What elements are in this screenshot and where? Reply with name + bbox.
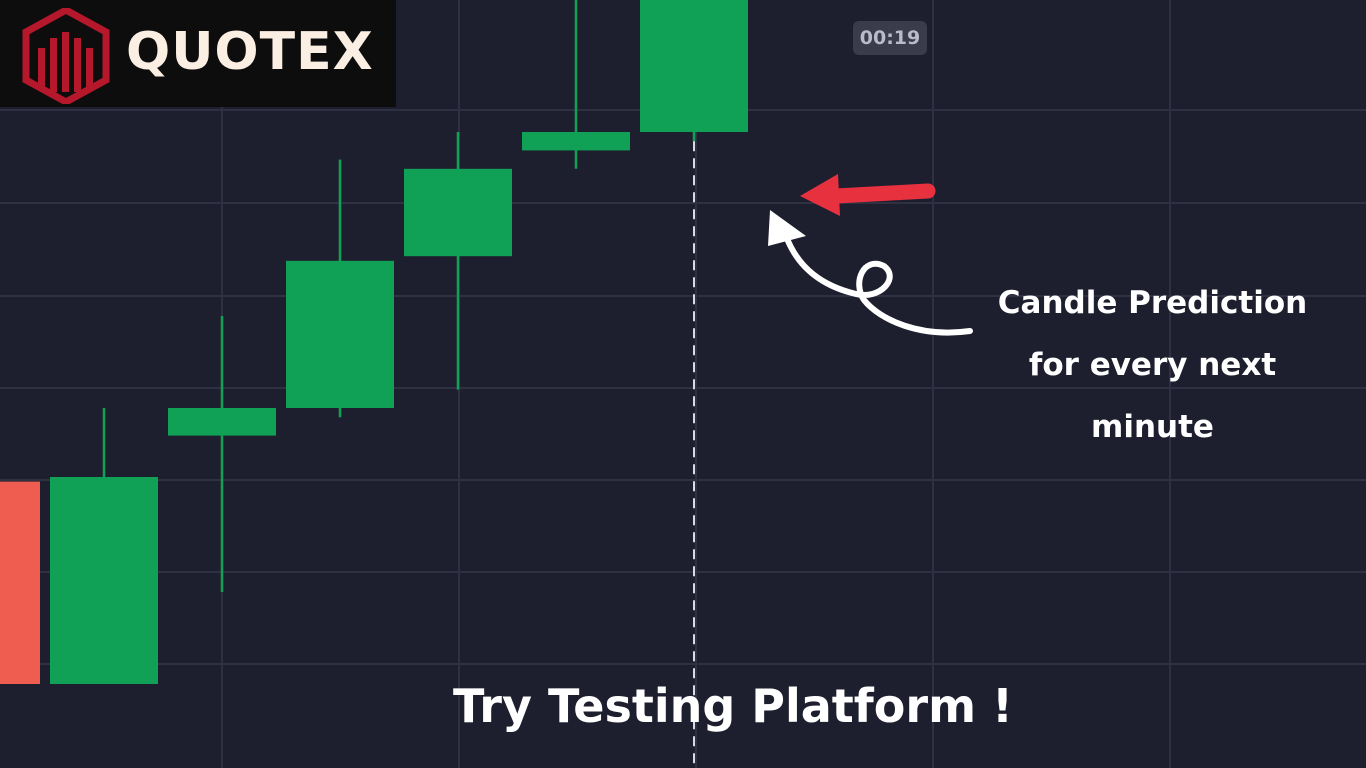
candle xyxy=(168,316,276,592)
curved-white-arrow-icon xyxy=(768,210,973,336)
candle-body xyxy=(168,408,276,436)
candle-body xyxy=(522,132,630,151)
candle-body xyxy=(50,477,158,684)
candle xyxy=(50,408,158,684)
chart-scene: QUOTEX 00:19 Candle Prediction for every… xyxy=(0,0,1366,768)
candle xyxy=(0,481,40,684)
brand-name: QUOTEX xyxy=(126,22,374,82)
candle-body xyxy=(640,0,748,132)
quotex-shield-logo-icon xyxy=(22,8,110,104)
candle xyxy=(286,159,394,418)
brand-logo: QUOTEX xyxy=(0,0,396,107)
red-arrow-icon xyxy=(800,174,936,216)
candle-body xyxy=(0,481,40,684)
candle-body xyxy=(286,260,394,408)
candle xyxy=(522,0,630,169)
cta-text: Try Testing Platform ! xyxy=(452,679,1014,733)
annotation-text: Candle Prediction for every next minute xyxy=(997,285,1308,445)
timer-badge: 00:19 xyxy=(853,21,927,55)
candle-body xyxy=(404,168,512,257)
candle xyxy=(404,132,512,390)
candle xyxy=(640,0,748,142)
